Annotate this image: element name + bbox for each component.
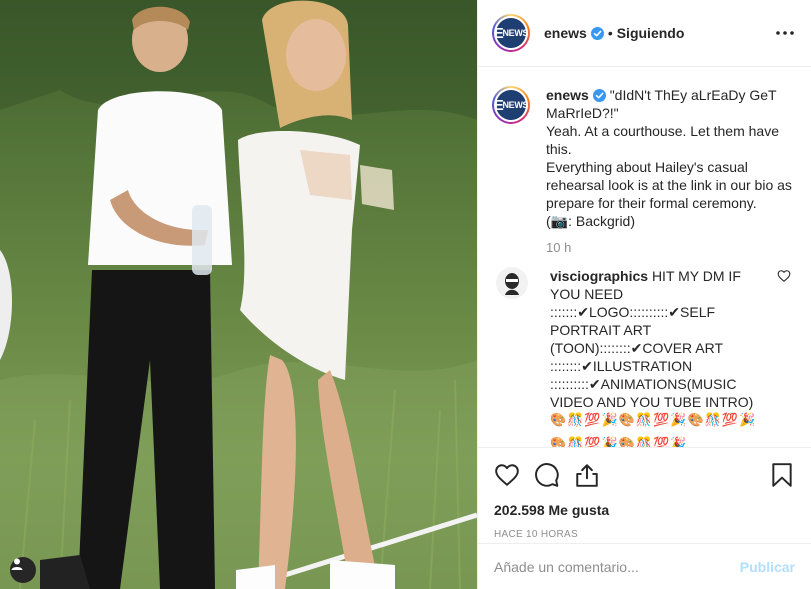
caption-author-avatar[interactable]: E NEWS [492, 86, 530, 124]
comment-item: visciographics HIT MY DM IF YOU NEED :::… [492, 267, 797, 447]
likes-count[interactable]: 202.598 Me gusta [494, 502, 795, 518]
commenter-avatar[interactable] [496, 267, 528, 299]
action-bar [494, 460, 795, 490]
verified-icon [590, 26, 604, 40]
commenter-username[interactable]: visciographics [550, 268, 648, 284]
comment-line: ::::::::::✔ANIMATIONS(MUSIC VIDEO AND YO… [550, 376, 754, 410]
comment-emoji-line: 🎨🎊💯🎉🎨🎊💯🎉 [550, 436, 688, 447]
enews-logo: E NEWS [494, 90, 529, 120]
header-separator: • [607, 25, 613, 41]
comment-heart-icon[interactable] [777, 269, 791, 283]
caption-text: enews "dIdN't ThEy aLrEaDy GeT MaRrIeD?!… [546, 86, 792, 230]
enews-logo: E NEWS [494, 18, 529, 48]
bookmark-icon[interactable] [769, 462, 795, 488]
post-side-panel: E NEWS enews • Siguiendo E NEWS enews "dId… [477, 0, 811, 589]
follow-status-button[interactable]: Siguiendo [617, 25, 685, 41]
post-photo[interactable] [0, 0, 477, 589]
caption-line: (📷: Backgrid) [546, 213, 636, 229]
publish-button[interactable]: Publicar [740, 559, 795, 575]
caption-line: Yeah. At a courthouse. Let them have thi… [546, 123, 779, 157]
photo-illustration [0, 0, 477, 589]
verified-icon [592, 89, 606, 102]
post-time-ago[interactable]: HACE 10 HORAS [494, 529, 795, 540]
post-actions: 202.598 Me gusta HACE 10 HORAS [478, 447, 811, 540]
comment-line: :::::::✔LOGO::::::::::✔SELF PORTRAIT ART… [550, 304, 723, 374]
author-username[interactable]: enews [544, 25, 587, 41]
caption-username[interactable]: enews [546, 87, 589, 103]
more-icon[interactable] [773, 21, 797, 45]
heart-icon[interactable] [494, 462, 520, 488]
comments-list[interactable]: E NEWS enews "dIdN't ThEy aLrEaDy GeT MaR… [478, 68, 811, 447]
share-icon[interactable] [574, 462, 600, 488]
user-tag-icon[interactable] [10, 557, 36, 583]
comment-emoji-line: 🎨🎊💯🎉🎨🎊💯🎉🎨🎊💯🎉 [550, 412, 757, 427]
add-comment-bar: Publicar [478, 543, 811, 589]
author-avatar[interactable]: E NEWS [492, 14, 530, 52]
comment-input[interactable] [494, 558, 740, 575]
caption-line: Everything about Hailey's casual rehears… [546, 159, 792, 211]
post-header: E NEWS enews • Siguiendo [478, 0, 811, 67]
caption-timestamp[interactable]: 10 h [546, 240, 797, 255]
comment-text: visciographics HIT MY DM IF YOU NEED :::… [550, 267, 770, 447]
post-caption: E NEWS enews "dIdN't ThEy aLrEaDy GeT MaR… [492, 86, 797, 230]
comment-icon[interactable] [534, 462, 560, 488]
